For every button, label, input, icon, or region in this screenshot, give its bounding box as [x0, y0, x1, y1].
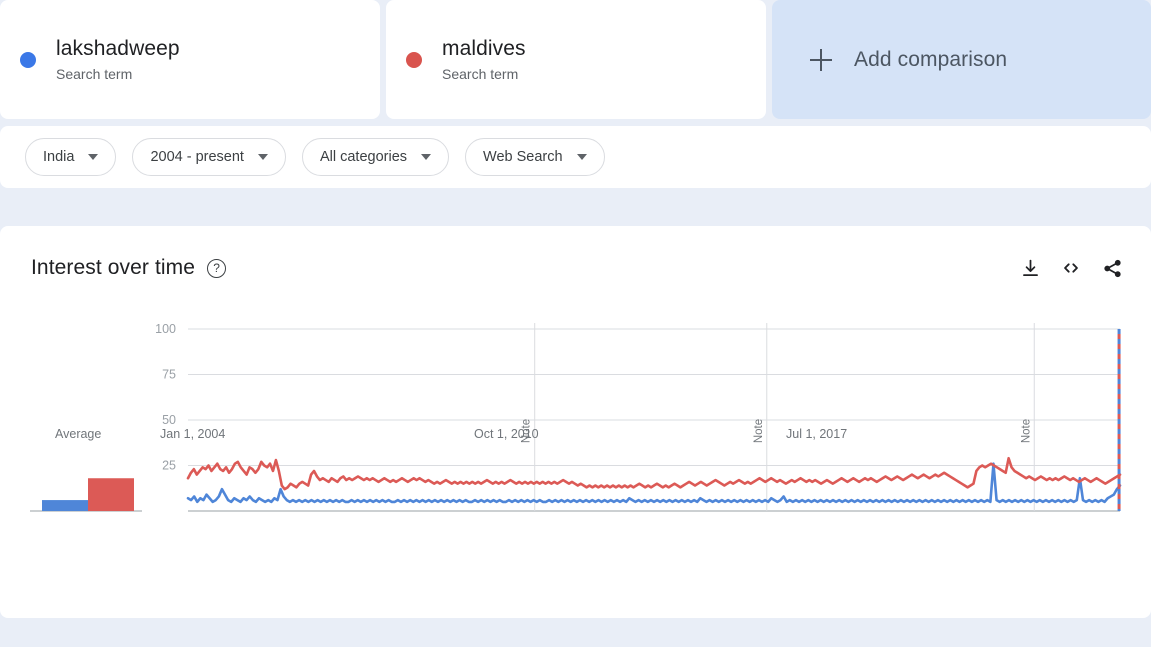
x-tick-label-0: Jan 1, 2004: [160, 427, 226, 441]
search-term-type: Search term: [442, 66, 519, 82]
add-comparison-button[interactable]: Add comparison: [772, 0, 1151, 119]
search-term-texts: maldives Search term: [442, 37, 526, 82]
filter-search-type[interactable]: Web Search: [465, 138, 605, 176]
x-tick-label-2: Jul 1, 2017: [786, 427, 848, 441]
series-dot-icon: [20, 51, 36, 68]
filter-category-label: All categories: [319, 149, 408, 165]
x-tick-label-1: Oct 1, 2010: [474, 427, 539, 441]
filter-time-range-label: 2004 - present: [150, 149, 244, 165]
share-icon[interactable]: [1101, 257, 1123, 279]
search-term-texts: lakshadweep Search term: [56, 37, 180, 82]
y-tick-label: 25: [162, 459, 176, 473]
download-icon[interactable]: [1019, 257, 1041, 279]
chart-actions: [1019, 257, 1123, 279]
note-annotation[interactable]: Note: [753, 419, 765, 443]
filters-bar: India 2004 - present All categories Web …: [0, 126, 1151, 188]
chart-title-wrap: Interest over time ?: [31, 256, 227, 280]
chevron-down-icon: [257, 154, 268, 160]
average-label: Average: [55, 427, 102, 441]
search-terms-row: lakshadweep Search term maldives Search …: [0, 0, 1151, 119]
plus-icon: [810, 48, 832, 71]
search-term-type: Search term: [56, 66, 133, 82]
average-bar: [42, 500, 88, 511]
filter-location-label: India: [43, 149, 75, 165]
filter-time-range[interactable]: 2004 - present: [132, 138, 286, 176]
page-title: Interest over time: [31, 256, 196, 279]
note-annotation-label: Note: [1020, 419, 1032, 443]
chevron-down-icon: [88, 154, 99, 160]
search-term-name: lakshadweep: [56, 37, 180, 60]
chart-header: Interest over time ?: [0, 226, 1151, 280]
y-tick-label: 50: [162, 413, 176, 427]
add-comparison-label: Add comparison: [854, 47, 1008, 71]
note-annotation-label: Note: [753, 419, 765, 443]
filter-location[interactable]: India: [25, 138, 117, 176]
series-line-maldives: [186, 456, 1122, 491]
y-tick-label: 75: [162, 368, 176, 382]
search-term-card-0[interactable]: lakshadweep Search term: [0, 0, 380, 119]
y-tick-label: 100: [155, 322, 176, 336]
search-term-name: maldives: [442, 37, 526, 60]
interest-over-time-card: Interest over time ? 100 75 50 25 Note N…: [0, 226, 1151, 618]
filter-search-type-label: Web Search: [483, 149, 563, 165]
chevron-down-icon: [576, 154, 587, 160]
note-annotation[interactable]: Note: [1020, 419, 1032, 443]
search-term-card-1[interactable]: maldives Search term: [386, 0, 766, 119]
embed-code-icon[interactable]: [1060, 257, 1082, 279]
help-circle-icon[interactable]: ?: [207, 258, 227, 278]
chevron-down-icon: [421, 154, 432, 160]
average-bar: [88, 478, 134, 511]
series-dot-icon: [406, 51, 422, 68]
filter-category[interactable]: All categories: [301, 138, 450, 176]
